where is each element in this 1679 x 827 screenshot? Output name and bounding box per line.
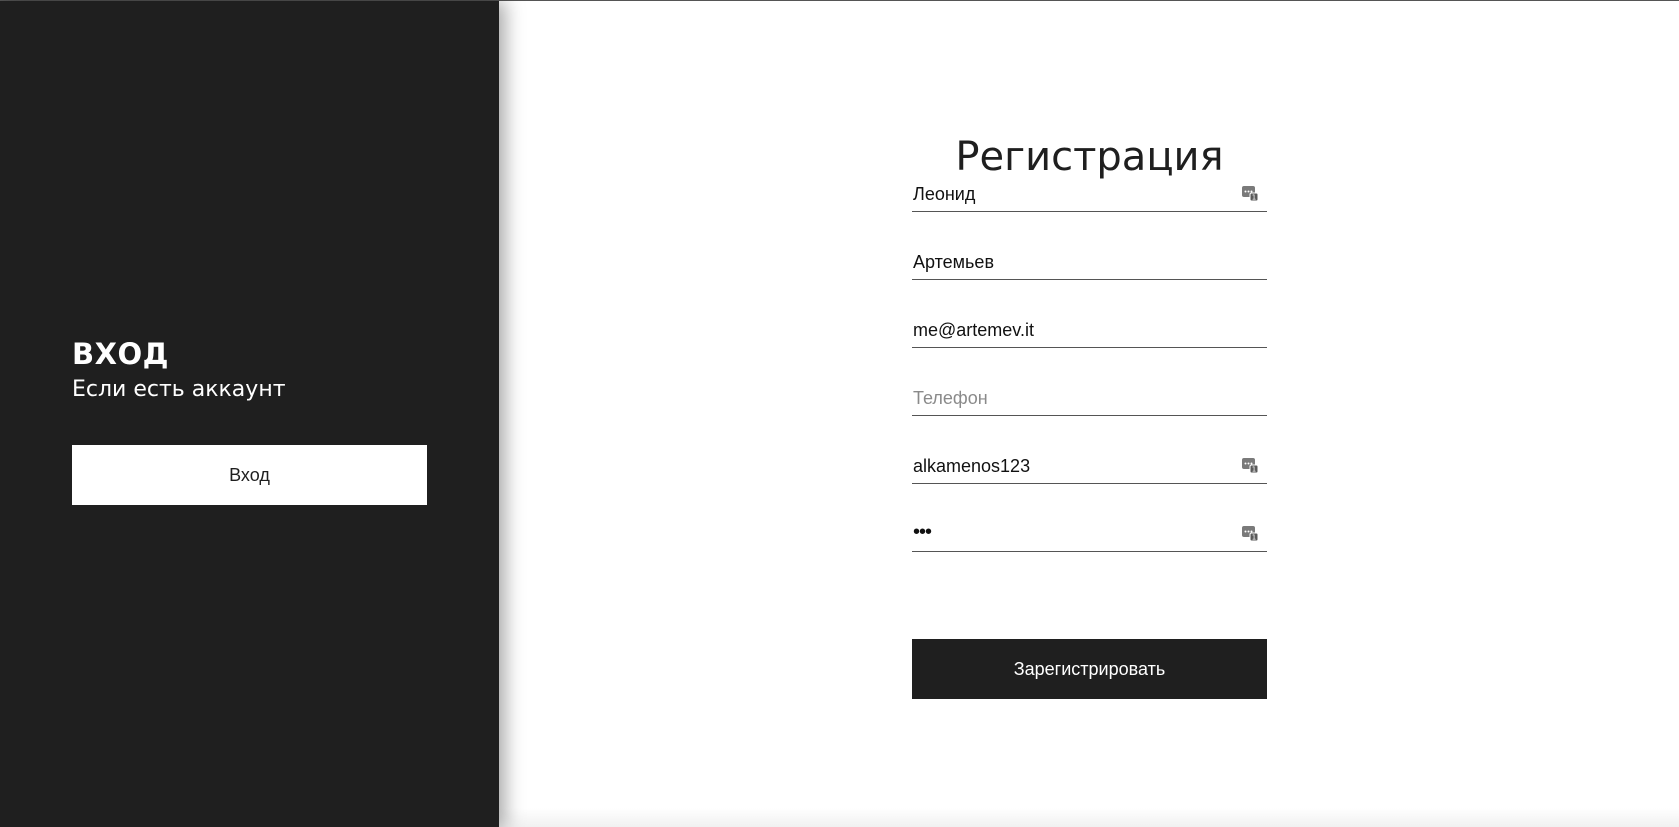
svg-text:1: 1 [1252,194,1256,202]
registration-title: Регистрация [955,134,1224,180]
registration-form: Регистрация 1 [912,133,1267,699]
email-field[interactable] [912,315,1267,348]
password-manager-icon[interactable]: 1 [1241,456,1259,474]
email-input[interactable] [913,315,1233,345]
password-masked-value[interactable]: ••• [913,521,932,544]
password-field[interactable]: ••• 1 [912,519,1267,552]
login-subtitle: Если есть аккаунт [72,377,286,402]
login-side-panel: ВХОД Если есть аккаунт Вход [0,1,499,827]
svg-text:1: 1 [1252,466,1256,474]
registration-panel: Регистрация 1 [499,1,1679,827]
username-input[interactable] [913,451,1233,481]
bottom-edge-shadow [499,808,1679,827]
login-button[interactable]: Вход [72,445,427,505]
password-manager-icon[interactable]: 1 [1241,184,1259,202]
register-button[interactable]: Зарегистрировать [912,639,1267,699]
login-title: ВХОД [72,337,169,371]
svg-text:1: 1 [1252,534,1256,542]
registration-page: ВХОД Если есть аккаунт Вход Регистрация … [0,0,1679,827]
password-manager-icon[interactable]: 1 [1241,524,1259,542]
username-field[interactable]: 1 [912,451,1267,484]
last-name-input[interactable] [913,247,1233,277]
last-name-field[interactable] [912,247,1267,280]
first-name-field[interactable]: 1 [912,179,1267,212]
phone-field[interactable] [912,383,1267,416]
phone-input[interactable] [913,383,1233,413]
first-name-input[interactable] [913,179,1233,209]
